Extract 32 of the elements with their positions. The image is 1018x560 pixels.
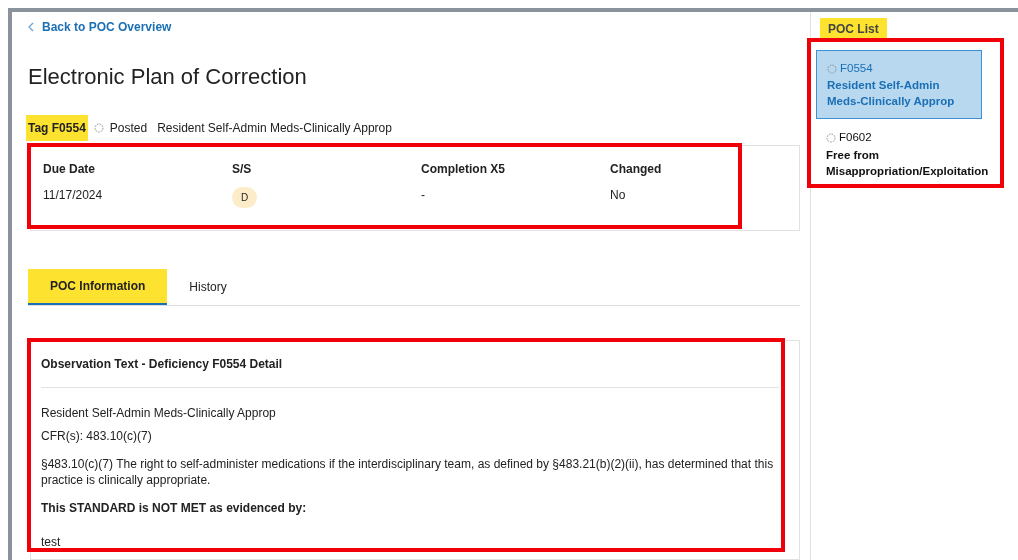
back-link[interactable]: Back to POC Overview	[28, 18, 172, 36]
field-label: Completion X5	[421, 161, 506, 178]
cfr-text: CFR(s): 483.10(c)(7)	[41, 428, 153, 445]
field-value: 11/17/2024	[43, 187, 104, 204]
page-title: Electronic Plan of Correction	[28, 63, 308, 91]
tag-name: Resident Self-Admin Meds-Clinically Approp	[827, 78, 956, 110]
tag-name: Free from Misappropriation/Exploitation	[826, 147, 990, 179]
severity-badge: D	[232, 187, 258, 208]
tag-name: Resident Self-Admin Meds-Clinically Approp	[157, 120, 392, 137]
pending-status-icon	[827, 63, 837, 74]
standard-text: This STANDARD is NOT MET as evidenced by:	[41, 500, 308, 517]
poc-list-item[interactable]: F0554 Resident Self-Admin Meds-Clinically Approp	[816, 50, 982, 120]
field-value: -	[421, 187, 426, 204]
tag-code: F0602	[839, 130, 872, 146]
tab[interactable]: History	[167, 269, 249, 305]
field-label: S/S	[232, 161, 253, 178]
pending-status-icon	[93, 123, 104, 133]
field-label: Changed	[610, 161, 663, 178]
tag-code: F0554	[840, 61, 873, 76]
tab[interactable]: POC Information	[28, 269, 168, 305]
pending-status-icon	[826, 132, 836, 143]
regulation-text: §483.10(c)(7) The right to self-administer medications if the interdisciplinary team, as defined by §483.21(b)(2)(ii), has determined that this practice is clinically appropriate.	[41, 456, 775, 488]
field-value: No	[610, 187, 627, 204]
chevron-left-icon	[28, 22, 34, 32]
tag-label: Tag F0554	[26, 115, 88, 141]
poc-list-item[interactable]: F0602 Free from Misappropriation/Exploitation	[816, 119, 1006, 189]
evidence-text: test	[41, 534, 62, 551]
status-text: Posted	[109, 120, 148, 137]
deficiency-name: Resident Self-Admin Meds-Clinically Approp	[41, 405, 277, 422]
poc-list-title: POC List	[820, 18, 887, 40]
field-label: Due Date	[43, 161, 96, 178]
observation-title: Observation Text - Deficiency F0554 Detail	[41, 341, 779, 388]
